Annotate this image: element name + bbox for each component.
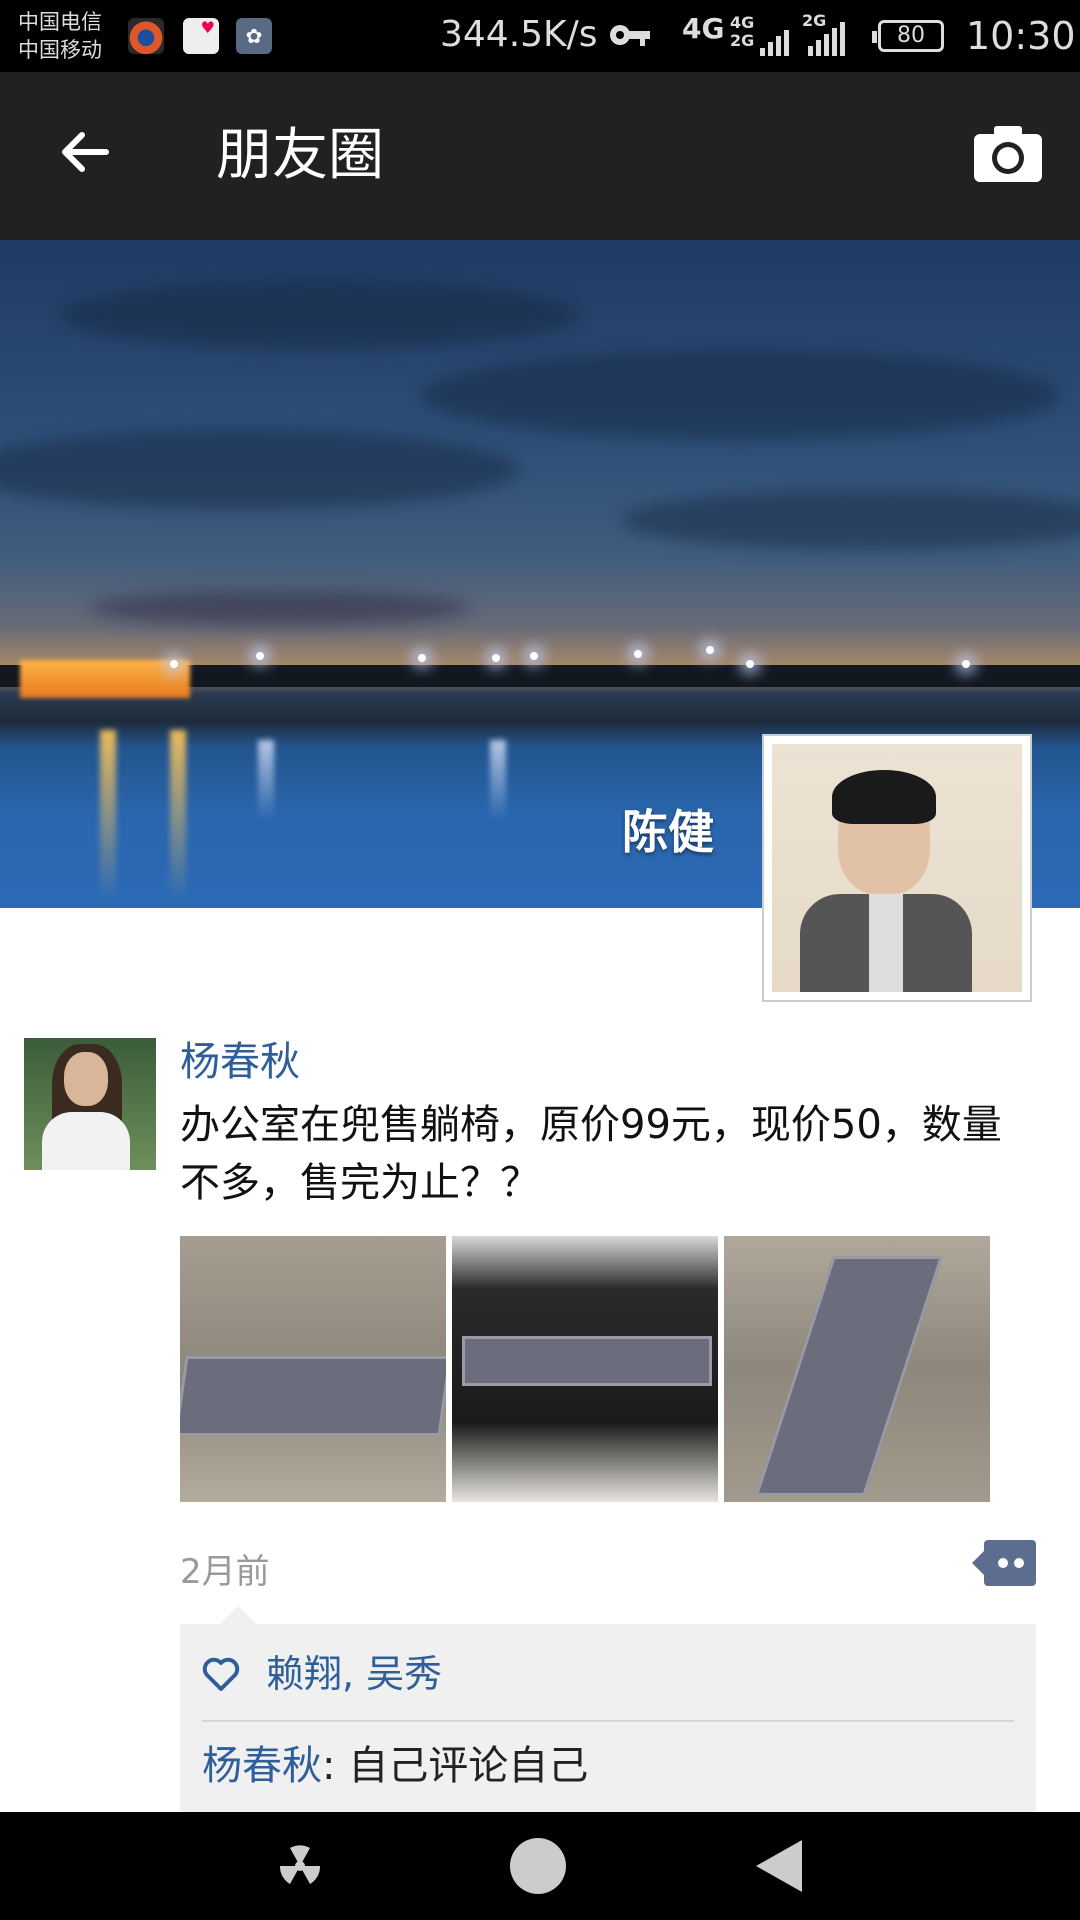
post-timestamp: 2月前	[180, 1552, 270, 1592]
camera-icon[interactable]	[974, 124, 1042, 182]
comment-item[interactable]: 杨春秋: 自己评论自己	[202, 1738, 588, 1794]
cover-owner-name: 陈健	[622, 805, 714, 859]
page-title: 朋友圈	[216, 123, 384, 188]
back-nav-icon[interactable]	[750, 1836, 810, 1896]
network-type-4g: 4G	[682, 12, 725, 45]
signal-strength-icon-2	[808, 22, 845, 56]
comment-author[interactable]: 杨春秋	[202, 1743, 322, 1789]
carrier-1: 中国电信	[18, 10, 102, 34]
divider	[202, 1720, 1014, 1722]
clock: 10:30	[966, 14, 1076, 58]
notification-heart-icon	[183, 18, 219, 54]
network-type-2g-small: 2G	[730, 31, 755, 50]
signal-strength-icon	[760, 22, 789, 56]
home-icon[interactable]	[508, 1836, 568, 1896]
likes-row: 赖翔, 吴秀	[202, 1646, 442, 1702]
post-text: 办公室在兜售躺椅，原价99元，现价50，数量不多，售完为止？？	[180, 1102, 1002, 1206]
comment-text: 自己评论自己	[348, 1743, 589, 1789]
owner-avatar[interactable]	[762, 734, 1032, 1002]
post-photo-2[interactable]	[452, 1236, 718, 1502]
navigation-bar	[0, 1812, 1080, 1920]
post-actions-button[interactable]	[972, 1540, 1036, 1586]
back-arrow-icon[interactable]	[56, 124, 112, 180]
menu-icon[interactable]	[270, 1836, 330, 1896]
post-photo-grid	[180, 1236, 990, 1502]
likes-names[interactable]: 赖翔, 吴秀	[266, 1646, 442, 1702]
post-author-avatar[interactable]	[24, 1038, 156, 1170]
comment-separator: :	[322, 1743, 349, 1789]
carrier-labels: 中国电信 中国移动	[18, 8, 102, 64]
status-bar: 中国电信 中国移动 ✿ 344.5K/s 4G 4G 2G 2G 80 10:3…	[0, 0, 1080, 72]
post-photo-3[interactable]	[724, 1236, 990, 1502]
battery-indicator: 80	[872, 20, 944, 52]
post-author-name[interactable]: 杨春秋	[180, 1034, 300, 1090]
notification-pet-icon: ✿	[236, 18, 272, 54]
heart-icon	[202, 1657, 240, 1691]
post-photo-1[interactable]	[180, 1236, 446, 1502]
network-type-stack: 4G 2G	[730, 14, 754, 50]
likes-comments-panel: 赖翔, 吴秀 杨春秋: 自己评论自己	[180, 1606, 1036, 1814]
notification-app-icon	[128, 18, 164, 54]
app-bar: 朋友圈	[0, 72, 1080, 240]
vpn-key-icon	[610, 25, 650, 46]
carrier-2: 中国移动	[18, 38, 102, 62]
network-speed: 344.5K/s	[440, 14, 598, 55]
network-type-4g-small: 4G	[730, 13, 755, 32]
